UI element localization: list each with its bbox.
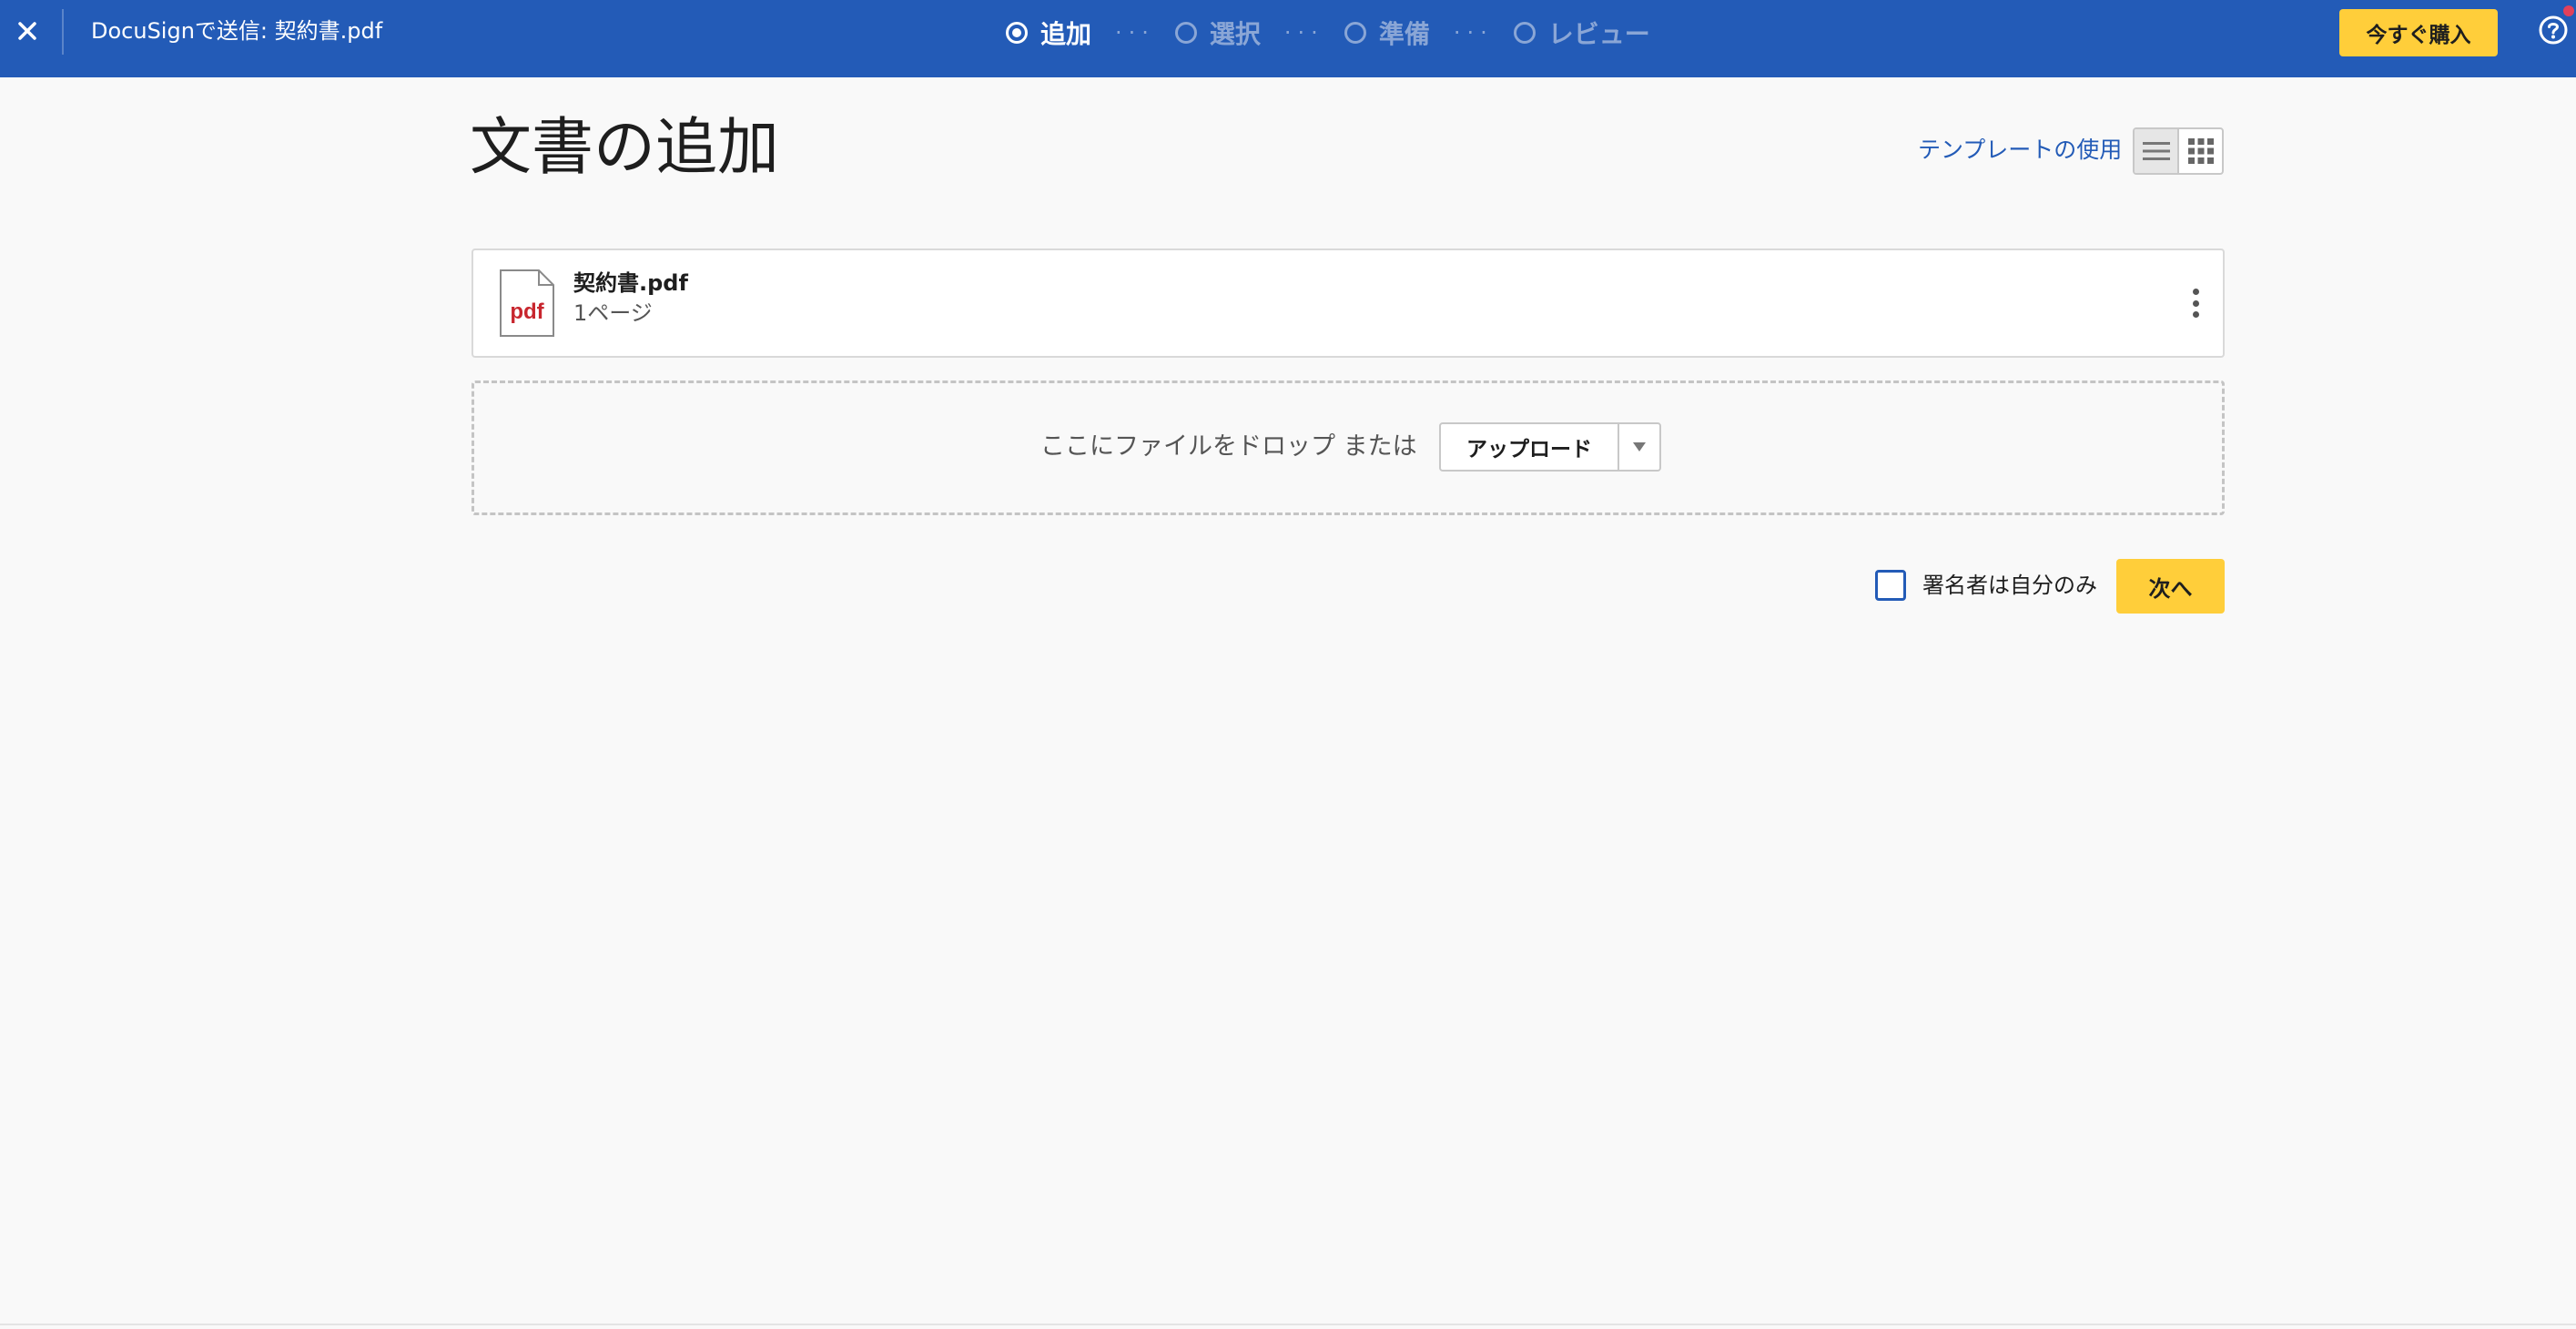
document-page-count: 1ページ: [573, 300, 653, 326]
bottom-divider: [0, 1324, 2576, 1325]
pdf-icon-text: pdf: [510, 299, 544, 324]
help-icon: [2539, 15, 2568, 45]
help-button[interactable]: [2538, 5, 2574, 46]
only-signer-label: 署名者は自分のみ: [1922, 573, 2097, 598]
close-button[interactable]: [11, 11, 44, 51]
upload-dropdown-button[interactable]: [1618, 424, 1659, 470]
more-options-icon[interactable]: [2186, 285, 2205, 321]
list-view-button[interactable]: [2135, 129, 2177, 173]
progress-steps: 追加 ··· 選択 ··· 準備 ··· レビュー: [1006, 13, 1650, 53]
divider: [62, 9, 64, 55]
step-prepare[interactable]: 準備: [1344, 15, 1430, 51]
top-bar: DocuSignで送信: 契約書.pdf 追加 ··· 選択 ··· 準備 ··…: [0, 0, 2576, 77]
step-radio-icon: [1006, 22, 1028, 44]
grid-view-icon: [2187, 138, 2214, 164]
pdf-file-icon: pdf: [500, 269, 554, 337]
step-separator: ···: [1453, 20, 1494, 46]
menu-dot: [2192, 299, 2199, 307]
file-drop-zone[interactable]: ここにファイルをドロップ または アップロード: [472, 380, 2225, 515]
drop-zone-text: ここにファイルをドロップ または: [1040, 432, 1417, 461]
upload-split-button: アップロード: [1439, 422, 1661, 472]
window-title: DocuSignで送信: 契約書.pdf: [91, 18, 383, 44]
view-toggle: [2133, 127, 2224, 175]
step-add[interactable]: 追加: [1006, 15, 1091, 51]
use-template-link[interactable]: テンプレートの使用: [1918, 134, 2122, 167]
step-label: レビュー: [1547, 19, 1650, 49]
page-title: 文書の追加: [470, 112, 780, 184]
step-label: 追加: [1040, 19, 1092, 49]
step-separator: ···: [1115, 20, 1155, 46]
step-radio-icon: [1513, 22, 1536, 44]
caret-down-icon: [1633, 442, 1646, 451]
list-view-icon: [2142, 142, 2170, 160]
menu-dot: [2192, 311, 2199, 318]
only-signer-option[interactable]: 署名者は自分のみ: [1875, 569, 2097, 602]
grid-view-button[interactable]: [2177, 129, 2222, 173]
upload-button[interactable]: アップロード: [1441, 424, 1618, 470]
close-icon: [18, 22, 36, 40]
step-radio-icon: [1174, 22, 1197, 44]
only-signer-checkbox[interactable]: [1875, 570, 1906, 601]
document-card[interactable]: pdf 契約書.pdf 1ページ: [472, 249, 2225, 358]
step-label: 選択: [1209, 19, 1261, 49]
document-name: 契約書.pdf: [573, 270, 688, 296]
next-button[interactable]: 次へ: [2116, 559, 2225, 614]
step-radio-icon: [1344, 22, 1366, 44]
step-select[interactable]: 選択: [1174, 15, 1261, 51]
step-label: 準備: [1378, 19, 1430, 49]
step-review[interactable]: レビュー: [1513, 15, 1650, 51]
menu-dot: [2192, 289, 2199, 295]
notification-dot: [2563, 5, 2574, 16]
step-separator: ···: [1283, 20, 1324, 46]
buy-now-button[interactable]: 今すぐ購入: [2339, 9, 2498, 56]
